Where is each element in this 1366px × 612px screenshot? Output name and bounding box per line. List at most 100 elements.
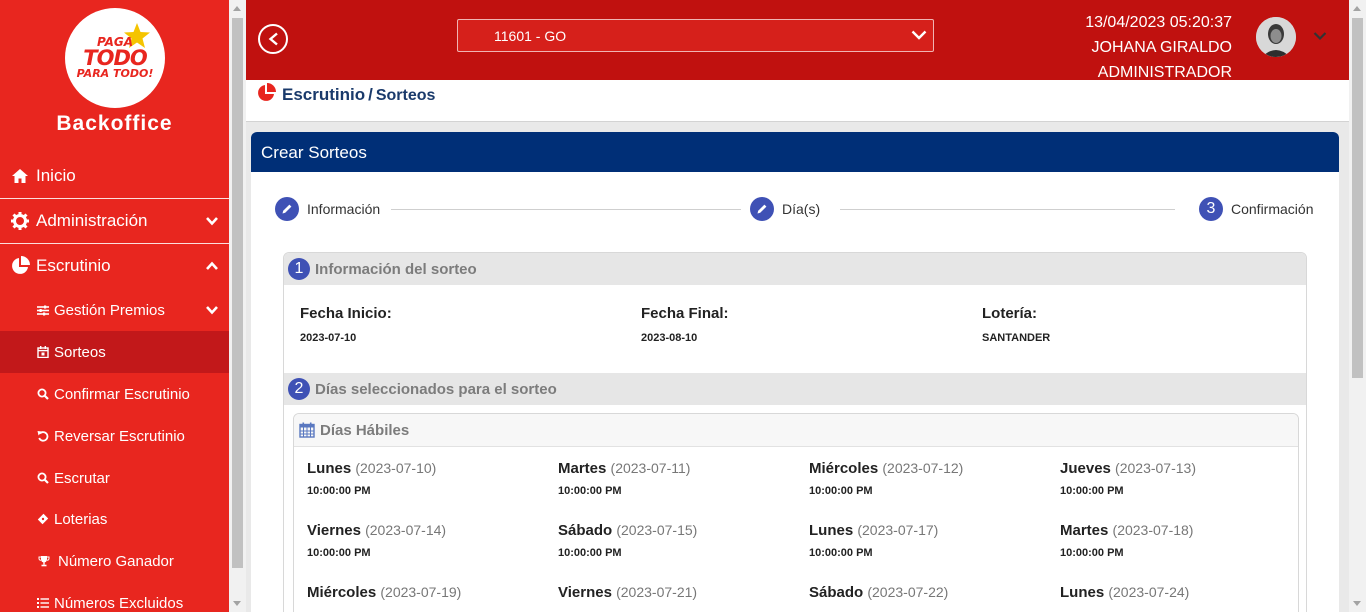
business-days-box: Días Hábiles Lunes (2023-07-10) 10:00:00 …: [293, 413, 1299, 612]
field-label: Fecha Inicio:: [300, 305, 392, 322]
step-label: Información: [307, 201, 381, 217]
day-name-line: Jueves (2023-07-13): [1060, 460, 1298, 477]
section-number: 2: [288, 378, 310, 400]
sidebar-subitem-reversar-escrutinio[interactable]: Reversar Escrutinio: [0, 415, 229, 457]
day-time: 10:00:00 PM: [558, 485, 622, 497]
day-item: Miércoles (2023-07-12) 10:00:00 PM: [809, 460, 1049, 497]
sidebar-subitem-numeros-excluidos[interactable]: Números Excluidos: [0, 582, 229, 612]
scroll-up-arrow[interactable]: [233, 6, 241, 11]
sidebar-item-inicio[interactable]: Inicio: [0, 154, 229, 198]
sidebar-subitem-sorteos[interactable]: Sorteos: [0, 331, 229, 373]
chevron-up-icon: [206, 261, 218, 270]
days-section-header: 2 Días seleccionados para el sorteo: [284, 373, 1306, 405]
breadcrumb-current: Sorteos: [375, 87, 436, 104]
chevron-down-icon[interactable]: [1313, 31, 1327, 41]
sidebar-item-label: Inicio: [36, 166, 76, 185]
section-number: 1: [288, 258, 310, 280]
day-name-line: Martes (2023-07-11): [558, 460, 798, 477]
undo-icon: [36, 430, 49, 443]
day-time: 10:00:00 PM: [307, 547, 371, 559]
day-date: (2023-07-11): [610, 460, 691, 476]
scroll-down-arrow[interactable]: [233, 601, 241, 606]
sidebar-subitem-gestion-premios[interactable]: Gestión Premios: [0, 289, 229, 331]
step-connector: [840, 209, 1175, 210]
step-label: Confirmación: [1231, 201, 1314, 217]
sidebar-subitem-escrutar[interactable]: Escrutar: [0, 457, 229, 499]
day-time: 10:00:00 PM: [1060, 547, 1124, 559]
day-time: 10:00:00 PM: [558, 547, 622, 559]
chevron-left-icon: [268, 32, 278, 46]
scroll-up-arrow[interactable]: [1353, 6, 1361, 11]
day-name: Sábado: [558, 522, 613, 539]
sidebar-subitem-label: Reversar Escrutinio: [54, 427, 185, 445]
scrollbar-thumb[interactable]: [232, 18, 243, 568]
sidebar-subitem-numero-ganador[interactable]: Número Ganador: [0, 540, 229, 582]
summary-panel: 1 Información del sorteo Fecha Inicio: 2…: [283, 252, 1307, 612]
info-section-header: 1 Información del sorteo: [284, 253, 1306, 285]
day-date: (2023-07-19): [380, 584, 462, 600]
day-name: Viernes: [307, 522, 361, 539]
breadcrumb: Escrutinio / Sorteos: [282, 85, 435, 105]
gear-icon: [10, 211, 30, 231]
sidebar-subitem-label: Número Ganador: [58, 552, 174, 570]
day-item: Miércoles (2023-07-19): [307, 584, 547, 609]
scroll-down-arrow[interactable]: [1353, 601, 1361, 606]
scrollbar-thumb[interactable]: [1352, 18, 1363, 378]
sidebar-item-escrutinio[interactable]: Escrutinio: [0, 244, 229, 288]
sidebar-scrollbar[interactable]: [229, 0, 246, 612]
day-item: Martes (2023-07-11) 10:00:00 PM: [558, 460, 798, 497]
day-time: 10:00:00 PM: [809, 547, 873, 559]
day-date: (2023-07-15): [616, 522, 698, 538]
edit-icon: [750, 197, 774, 221]
sidebar-item-label: Escrutinio: [36, 256, 111, 275]
sidebar-subitem-loterias[interactable]: Loterias: [0, 498, 229, 540]
sliders-icon: [36, 304, 49, 317]
card-title: Crear Sorteos: [251, 132, 1339, 172]
trophy-icon: [37, 555, 50, 568]
calendar-icon: [36, 346, 49, 359]
day-name: Martes: [558, 460, 607, 477]
pie-chart-icon: [10, 256, 30, 276]
breadcrumb-separator: /: [368, 85, 373, 104]
list-icon: [36, 597, 49, 610]
main-scrollbar[interactable]: [1349, 0, 1366, 612]
ticket-icon: [36, 513, 49, 526]
store-selector[interactable]: 11601 - GO: [457, 19, 934, 52]
step-informacion[interactable]: Información: [275, 197, 380, 221]
business-days-header: Días Hábiles: [294, 414, 1298, 447]
chevron-down-icon: [911, 30, 927, 40]
sidebar-subitem-confirmar-escrutinio[interactable]: Confirmar Escrutinio: [0, 373, 229, 415]
avatar[interactable]: [1256, 17, 1296, 57]
day-date: (2023-07-24): [1108, 584, 1190, 600]
sidebar-subitem-label: Sorteos: [54, 343, 106, 361]
sidebar-item-administracion[interactable]: Administración: [0, 199, 229, 243]
search-icon: [36, 388, 49, 401]
field-label: Fecha Final:: [641, 305, 729, 322]
user-name: JOHANA GIRALDO: [1091, 39, 1232, 56]
section-title: Información del sorteo: [315, 260, 477, 278]
day-date: (2023-07-22): [867, 584, 949, 600]
day-name: Martes: [1060, 522, 1109, 539]
day-date: (2023-07-18): [1112, 522, 1194, 538]
step-label: Día(s): [782, 201, 821, 217]
day-date: (2023-07-13): [1115, 460, 1196, 476]
day-time: 10:00:00 PM: [307, 485, 371, 497]
day-date: (2023-07-21): [616, 584, 698, 600]
day-name: Sábado: [809, 584, 864, 601]
back-button[interactable]: [258, 24, 288, 54]
day-item: Jueves (2023-07-13) 10:00:00 PM: [1060, 460, 1298, 497]
brand-title: Backoffice: [56, 112, 173, 135]
edit-icon: [275, 197, 299, 221]
day-item: Viernes (2023-07-21): [558, 584, 798, 609]
breadcrumb-section[interactable]: Escrutinio: [282, 85, 365, 104]
sidebar-subitem-label: Escrutar: [54, 469, 110, 487]
pie-chart-icon: [258, 83, 276, 101]
step-confirmacion[interactable]: 3 Confirmación: [1199, 197, 1313, 221]
day-name-line: Sábado (2023-07-15): [558, 522, 798, 539]
chevron-down-icon: [206, 217, 218, 226]
day-name-line: Viernes (2023-07-21): [558, 584, 798, 601]
section-title: Días seleccionados para el sorteo: [315, 380, 557, 398]
step-dias[interactable]: Día(s): [750, 197, 820, 221]
day-name: Lunes: [307, 460, 352, 477]
user-avatar-icon: [1256, 17, 1296, 57]
